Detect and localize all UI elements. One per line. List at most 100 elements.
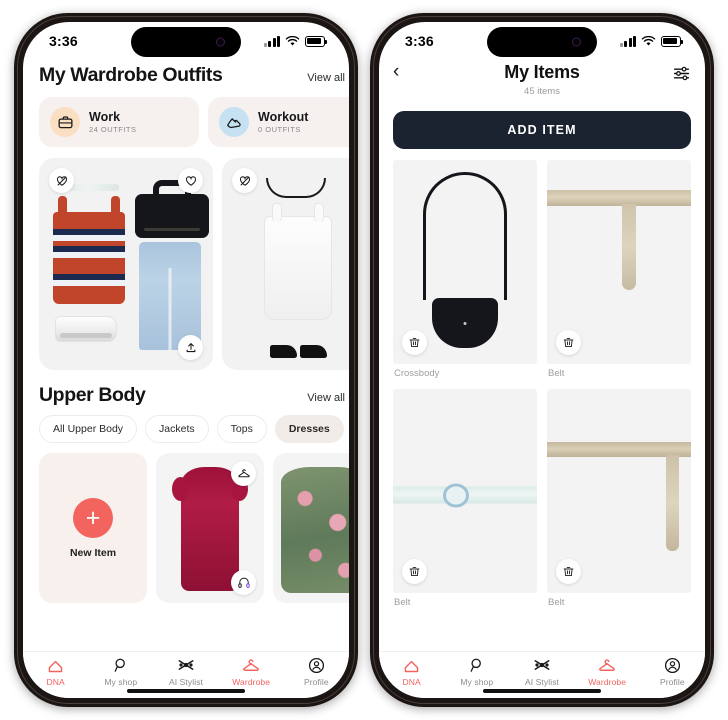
- search-tag-icon: [468, 655, 486, 675]
- nav-item-profile[interactable]: Profile: [641, 655, 703, 687]
- category-count: 24 OUTFITS: [89, 125, 137, 135]
- item-count: 45 items: [524, 86, 560, 97]
- phone-right: 3:36 ‹ My Items 45 items ADD ITEM Crossb…: [370, 13, 714, 707]
- upper-body-item-row[interactable]: + New Item: [23, 443, 349, 603]
- nav-label: My shop: [104, 677, 138, 687]
- status-bar-right: 3:36: [379, 22, 705, 60]
- heart-slash-icon[interactable]: [232, 168, 257, 193]
- home-indicator: [483, 689, 601, 693]
- cellular-signal-icon: [263, 35, 280, 47]
- outfit-carousel[interactable]: [23, 147, 349, 370]
- phone-left: 3:36 My Wardrobe Outfits View all Work 2…: [14, 13, 358, 707]
- nav-label: AI Stylist: [524, 677, 559, 687]
- bottom-nav-left[interactable]: DNA My shop AI Stylist Wardrobe Profile: [23, 651, 349, 698]
- filter-chip-row[interactable]: All Upper Body Jackets Tops Dresses: [23, 415, 349, 443]
- items-grid: Crossbody Belt Belt Belt: [379, 149, 705, 608]
- new-item-label: New Item: [69, 546, 117, 559]
- section-title: Upper Body: [39, 384, 146, 406]
- item-image-belt-corner[interactable]: [547, 389, 691, 593]
- status-indicators: [619, 35, 684, 47]
- outfit-card[interactable]: [39, 158, 213, 370]
- stylist-icon[interactable]: [231, 570, 256, 595]
- bottom-nav-right[interactable]: DNA My shop AI Stylist Wardrobe Profile: [379, 651, 705, 698]
- heart-slash-icon[interactable]: [49, 168, 74, 193]
- new-item-card[interactable]: + New Item: [39, 453, 147, 603]
- garment-white-tank-top: [264, 203, 332, 320]
- ai-scissors-icon: [532, 655, 552, 675]
- chevron-left-icon[interactable]: ‹: [393, 62, 399, 81]
- nav-item-ai-stylist[interactable]: AI Stylist: [511, 655, 573, 687]
- nav-item-dna[interactable]: DNA: [25, 655, 87, 687]
- item-cell[interactable]: Belt: [393, 389, 537, 608]
- garment-black-handbag: [135, 194, 209, 238]
- item-image-belt-mint[interactable]: [393, 389, 537, 593]
- garment-striped-tank-top: [53, 196, 125, 304]
- nav-item-ai-stylist[interactable]: AI Stylist: [155, 655, 217, 687]
- category-name: Workout: [258, 109, 309, 124]
- chip-dresses[interactable]: Dresses: [274, 415, 344, 443]
- garment-necklace: [266, 178, 326, 198]
- category-text: Work 24 OUTFITS: [89, 110, 137, 134]
- home-indicator: [127, 689, 245, 693]
- status-time: 3:36: [405, 33, 434, 49]
- category-card-work[interactable]: Work 24 OUTFITS: [39, 97, 199, 147]
- plus-icon[interactable]: +: [73, 497, 113, 538]
- nav-item-dna[interactable]: DNA: [381, 655, 443, 687]
- nav-label: Profile: [303, 677, 329, 687]
- ai-scissors-icon: [176, 655, 196, 675]
- front-camera-icon: [572, 37, 581, 47]
- dna-home-icon: [402, 655, 421, 675]
- nav-label: DNA: [402, 677, 421, 687]
- category-count: 0 OUTFITS: [258, 125, 301, 135]
- trash-icon[interactable]: [402, 559, 427, 584]
- item-card-burgundy-dress[interactable]: [156, 453, 264, 603]
- chip-tops[interactable]: Tops: [216, 415, 267, 443]
- dna-home-icon: [46, 655, 65, 675]
- nav-item-profile[interactable]: Profile: [285, 655, 347, 687]
- nav-item-my-shop[interactable]: My shop: [446, 655, 508, 687]
- sliders-filter-icon[interactable]: [672, 64, 691, 88]
- garment-mint-belt: [393, 483, 537, 508]
- hanger-icon[interactable]: [231, 461, 256, 486]
- chip-jackets[interactable]: Jackets: [145, 415, 209, 443]
- view-all-upper-body-link[interactable]: View all: [307, 392, 349, 404]
- outfit-card[interactable]: [222, 158, 349, 370]
- category-card-workout[interactable]: Workout 0 OUTFITS: [208, 97, 349, 147]
- item-cell[interactable]: Crossbody: [393, 160, 537, 379]
- screen-wardrobe-outfits: 3:36 My Wardrobe Outfits View all Work 2…: [23, 22, 349, 698]
- item-label: Belt: [394, 597, 411, 608]
- item-cell[interactable]: Belt: [547, 389, 691, 608]
- front-camera-icon: [216, 37, 225, 47]
- wardrobe-header: My Wardrobe Outfits View all: [23, 60, 349, 97]
- add-item-button[interactable]: ADD ITEM: [393, 111, 691, 149]
- item-label: Belt: [548, 368, 565, 379]
- garment-crossbody-bag: [418, 172, 512, 348]
- garment-woven-belt: [547, 190, 691, 290]
- item-label: Crossbody: [394, 368, 440, 379]
- item-image-crossbody[interactable]: [393, 160, 537, 364]
- garment-black-heels: [270, 330, 330, 358]
- wifi-icon: [641, 35, 656, 46]
- item-image-belt-woven[interactable]: [547, 160, 691, 364]
- battery-icon: [661, 35, 684, 47]
- category-name: Work: [89, 109, 121, 124]
- heart-outline-icon[interactable]: [178, 168, 203, 193]
- trash-icon[interactable]: [402, 330, 427, 355]
- nav-label: My shop: [460, 677, 494, 687]
- sneaker-icon: [219, 107, 249, 137]
- trash-icon[interactable]: [556, 330, 581, 355]
- nav-item-my-shop[interactable]: My shop: [90, 655, 152, 687]
- item-cell[interactable]: Belt: [547, 160, 691, 379]
- nav-item-wardrobe[interactable]: Wardrobe: [576, 655, 638, 687]
- garment-burgundy-dress: [172, 467, 248, 591]
- view-all-outfits-link[interactable]: View all: [307, 72, 349, 84]
- share-upload-icon[interactable]: [178, 335, 203, 360]
- trash-icon[interactable]: [556, 559, 581, 584]
- status-indicators: [263, 35, 328, 47]
- item-card-floral-dress[interactable]: [273, 453, 349, 603]
- hanger-icon: [597, 655, 617, 675]
- profile-icon: [307, 655, 326, 675]
- category-carousel[interactable]: Work 24 OUTFITS Workout 0 OUTFITS: [23, 97, 349, 147]
- nav-item-wardrobe[interactable]: Wardrobe: [220, 655, 282, 687]
- chip-all-upper-body[interactable]: All Upper Body: [39, 415, 138, 443]
